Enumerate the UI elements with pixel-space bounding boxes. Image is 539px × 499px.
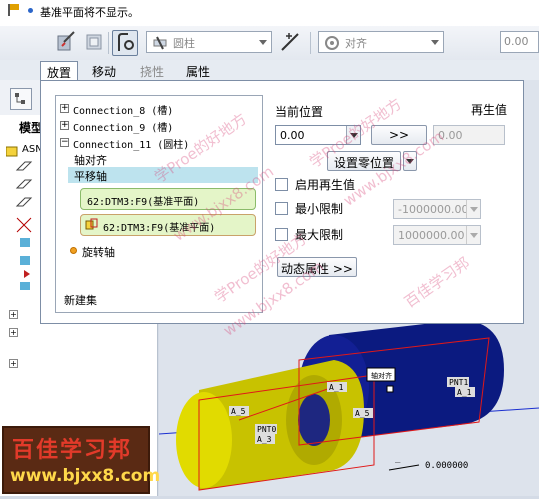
regen-value-field: 0.00 [433, 125, 505, 145]
datum-tag: A_5 [355, 409, 370, 418]
tree-expander[interactable]: + [9, 310, 18, 319]
tree-icon [15, 93, 25, 104]
regen-value-label: 再生值 [471, 103, 508, 117]
enable-regen-label: 启用再生值 [295, 178, 356, 192]
connection-expander[interactable]: + [60, 121, 69, 130]
placement-icon[interactable] [82, 30, 108, 56]
current-position-dropdown-arrow[interactable] [346, 126, 360, 144]
current-position-field[interactable]: 0.00 [275, 125, 361, 145]
dashboard-toolbar: 圆柱 对齐 0.00 [0, 26, 539, 60]
datum-tag: A_5 [231, 407, 246, 416]
dynamic-properties-button[interactable]: 动态属性 >> [277, 257, 357, 277]
min-limit-label: 最小限制 [295, 202, 344, 216]
connection-expander[interactable]: − [60, 138, 69, 147]
assembly-icon [6, 146, 18, 157]
flip-icon[interactable] [278, 30, 304, 56]
axis-align-label: 轴对齐 [371, 371, 392, 380]
reference-collector[interactable]: 62:DTM3:F9(基准平面) [80, 188, 256, 210]
connection-label: Connection_9 (槽) [73, 123, 174, 134]
set-zero-dropdown-button[interactable] [403, 151, 417, 171]
tree-expander[interactable]: + [9, 328, 18, 337]
datum-tag: PNT0 [257, 425, 276, 434]
min-limit-checkbox[interactable] [275, 202, 288, 215]
rotation-axis-bullet-icon [70, 247, 77, 254]
align-constraint-icon [325, 36, 339, 50]
message-bullet-icon [28, 8, 33, 13]
connection-list[interactable]: + Connection_8 (槽) + Connection_9 (槽) − … [55, 95, 263, 313]
logo-title: 百佳学习邦 [12, 437, 133, 463]
reference-label: 62:DTM3:F9(基准平面) [87, 197, 200, 208]
reference-label: 62:DTM3:F9(基准平面) [103, 223, 216, 234]
tree-expander[interactable]: + [9, 359, 18, 368]
site-logo: 百佳学习邦 www.bjxx8.com [2, 426, 160, 494]
tab-flexibility: 挠性 [140, 65, 165, 79]
translation-axis-item[interactable]: 平移轴 [68, 167, 258, 183]
min-limit-value: -1000000.00 [398, 203, 469, 216]
connection-label: Connection_8 (槽) [73, 106, 174, 117]
max-limit-label: 最大限制 [295, 228, 344, 242]
max-limit-dropdown-arrow [466, 226, 480, 244]
current-position-label: 当前位置 [275, 105, 324, 119]
tab-move[interactable]: 移动 [86, 61, 122, 80]
user-defined-connection-icon[interactable] [54, 30, 80, 56]
datum-tag: A_1 [457, 388, 472, 397]
offset-input[interactable]: 0.00 [500, 31, 539, 53]
message-flag-icon [8, 4, 19, 16]
rotation-axis-item[interactable]: 旋转轴 [82, 244, 115, 260]
logo-url: www.bjxx8.com [10, 466, 161, 486]
dimension-label: 0.000000 [425, 461, 468, 471]
current-position-value: 0.00 [280, 129, 305, 142]
constraint-type-dropdown[interactable]: 对齐 [318, 31, 444, 53]
new-set-link[interactable]: 新建集 [64, 292, 97, 308]
min-limit-field: -1000000.00 [393, 199, 481, 219]
max-limit-value: 1000000.00 [398, 229, 465, 242]
dashboard-tabs: 放置 移动 挠性 属性 [0, 60, 539, 81]
enable-regen-checkbox[interactable] [275, 178, 288, 191]
max-limit-field: 1000000.00 [393, 225, 481, 245]
datum-tag: A_1 [329, 383, 344, 392]
set-zero-position-button[interactable]: 设置零位置 [327, 151, 401, 171]
connection-expander[interactable]: + [60, 104, 69, 113]
tab-placement[interactable]: 放置 [40, 61, 79, 81]
placement-panel: + Connection_8 (槽) + Connection_9 (槽) − … [40, 80, 524, 324]
copy-position-button[interactable]: >> [371, 125, 427, 145]
max-limit-checkbox[interactable] [275, 228, 288, 241]
reference-collector[interactable]: 62:DTM3:F9(基准平面) [80, 214, 256, 236]
min-limit-dropdown-arrow [466, 200, 480, 218]
mechanism-connection-icon[interactable] [112, 30, 138, 56]
datum-tag: A_3 [257, 435, 272, 444]
message-bar: 基准平面将不显示。 [0, 0, 539, 26]
connection-label: Connection_11 (圆柱) [73, 140, 190, 151]
axis-align-item[interactable]: 轴对齐 [74, 152, 107, 168]
tab-properties[interactable]: 属性 [180, 61, 216, 80]
connection-type-dropdown[interactable]: 圆柱 [146, 31, 272, 53]
tree-datum-items-icon [15, 161, 33, 290]
translation-axis-label: 平移轴 [74, 170, 107, 183]
reference-part-icon [85, 218, 98, 230]
connection-type-value: 圆柱 [173, 37, 195, 50]
svg-text:_: _ [395, 454, 401, 464]
cylinder-icon [153, 36, 167, 50]
constraint-type-value: 对齐 [345, 37, 367, 50]
model-tree-settings-button[interactable] [10, 88, 32, 110]
datum-tag: PNT1 [449, 378, 468, 387]
message-text: 基准平面将不显示。 [40, 6, 139, 19]
